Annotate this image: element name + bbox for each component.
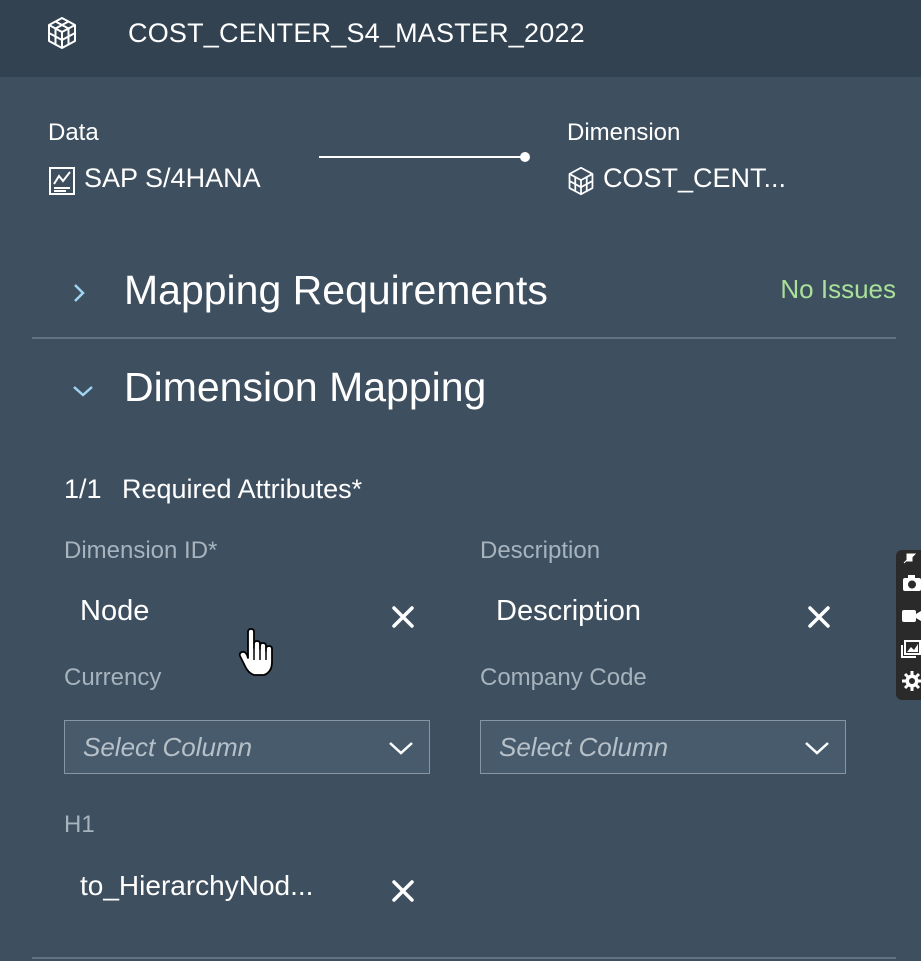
page-title: COST_CENTER_S4_MASTER_2022 <box>128 18 585 48</box>
dimension-id-value[interactable]: Node <box>80 593 149 629</box>
required-count: 1/1 <box>64 474 102 504</box>
gallery-icon[interactable] <box>900 638 921 660</box>
side-toolbar <box>896 550 921 700</box>
h1-value[interactable]: to_HierarchyNod... <box>80 868 313 904</box>
video-camera-icon[interactable] <box>900 605 921 627</box>
section-divider <box>32 957 896 959</box>
status-badge: No Issues <box>780 274 896 304</box>
clear-description-icon[interactable] <box>806 604 832 630</box>
top-bar: COST_CENTER_S4_MASTER_2022 <box>0 0 921 77</box>
clear-h1-icon[interactable] <box>390 878 416 904</box>
required-attributes-label: Required Attributes* <box>122 474 363 504</box>
target-heading: Dimension <box>567 119 681 146</box>
hand-cursor-icon <box>238 628 273 676</box>
h1-label: H1 <box>64 811 95 838</box>
mapping-requirements-title[interactable]: Mapping Requirements <box>124 265 548 315</box>
chevron-down-icon[interactable] <box>71 382 95 400</box>
currency-select-placeholder: Select Column <box>83 732 253 762</box>
settings-gear-icon[interactable] <box>900 670 921 692</box>
dimension-id-label: Dimension ID* <box>64 537 218 564</box>
chevron-right-icon[interactable] <box>70 282 88 304</box>
description-label: Description <box>480 537 601 564</box>
flow-connector <box>319 156 523 158</box>
data-source-icon <box>49 167 75 195</box>
company-code-label: Company Code <box>480 664 647 691</box>
camera-icon[interactable] <box>900 572 921 594</box>
company-code-select[interactable]: Select Column <box>480 720 846 774</box>
company-code-select-placeholder: Select Column <box>499 732 669 762</box>
source-name: SAP S/4HANA <box>84 163 261 193</box>
chevron-down-icon <box>805 742 829 755</box>
dimension-mapping-title[interactable]: Dimension Mapping <box>124 362 486 412</box>
chevron-down-icon <box>389 742 413 755</box>
cube-icon <box>568 166 594 196</box>
cube-icon <box>48 17 76 49</box>
currency-select[interactable]: Select Column <box>64 720 430 774</box>
pin-icon[interactable] <box>900 552 921 566</box>
source-heading: Data <box>48 119 99 146</box>
description-value[interactable]: Description <box>496 593 641 629</box>
target-name[interactable]: COST_CENT... <box>603 161 786 195</box>
clear-dimension-id-icon[interactable] <box>390 604 416 630</box>
section-divider <box>32 337 896 339</box>
flow-connector-dot <box>520 152 530 162</box>
currency-label: Currency <box>64 664 162 691</box>
